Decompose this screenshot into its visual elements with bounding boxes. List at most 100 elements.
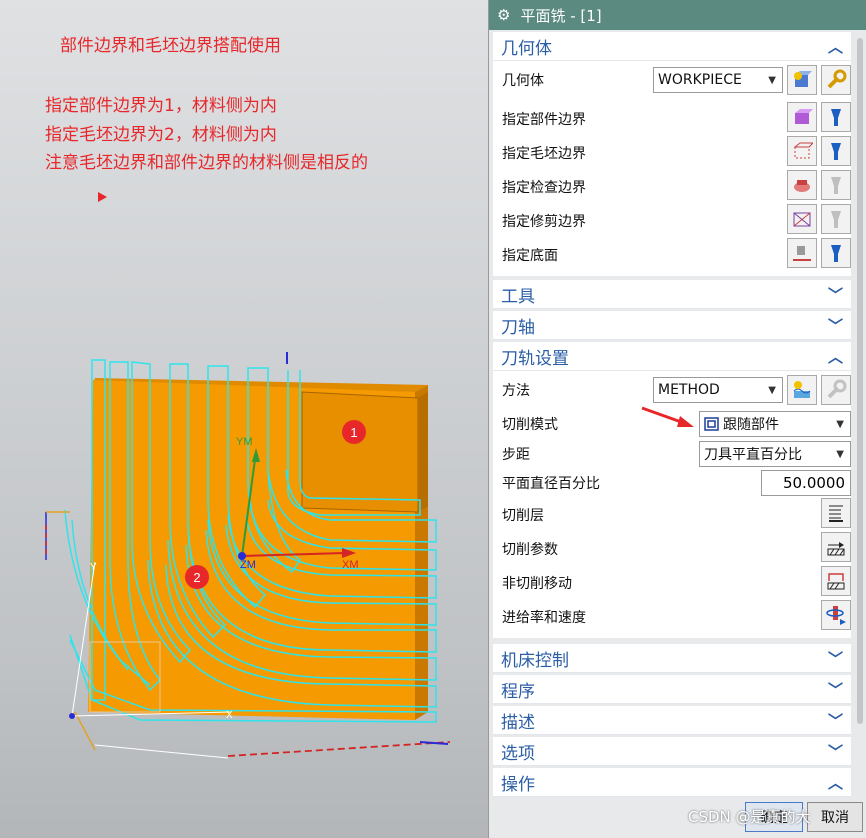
dialog-scrollbar[interactable] [853, 30, 866, 800]
dropdown-arrow-icon: ▼ [768, 384, 776, 396]
annotation-title: 部件边界和毛坯边界搭配使用 [60, 36, 281, 56]
show-blank-boundary-button[interactable] [821, 136, 851, 166]
edit-geometry-button[interactable] [821, 65, 851, 95]
geometry-header[interactable]: 几何体 ︿ [493, 32, 851, 61]
wrench-disabled-icon [827, 379, 847, 399]
cut-params-label: 切削参数 [502, 542, 558, 558]
cut-levels-button[interactable] [821, 498, 851, 528]
cancel-button-label: 取消 [821, 810, 849, 826]
new-method-icon [793, 381, 811, 398]
annotation-line-3: 注意毛坯边界和部件边界的材料侧是相反的 [45, 153, 368, 173]
dropdown-arrow-icon: ▼ [836, 418, 844, 430]
show-trim-boundary-button[interactable] [821, 204, 851, 234]
edit-method-button[interactable] [821, 375, 851, 405]
chevron-down-icon: ﹀ [827, 316, 843, 335]
stepover-select[interactable]: 刀具平直百分比 ▼ [699, 441, 851, 467]
flashlight-icon [831, 143, 841, 160]
part-boundary-row: 指定部件边界 [493, 102, 851, 136]
new-method-button[interactable] [787, 375, 817, 405]
boss-side [418, 392, 428, 512]
noncut-moves-row: 非切削移动 [493, 566, 851, 600]
noncut-moves-icon [827, 573, 845, 590]
actions-section[interactable]: 操作 ︿ [493, 768, 851, 797]
blank-boundary-label: 指定毛坯边界 [502, 146, 586, 162]
chevron-down-icon: ﹀ [827, 742, 843, 761]
feeds-speeds-icon [826, 606, 846, 625]
show-check-boundary-button[interactable] [821, 170, 851, 200]
wrench-icon [827, 69, 847, 89]
geometry-section: 几何体 ︿ 几何体 WORKPIECE ▼ 指定部件边界 指定毛坯边界 指定检查… [493, 32, 851, 276]
axis-header-label: 刀轴 [501, 317, 535, 338]
select-blank-boundary-button[interactable] [787, 136, 817, 166]
check-boundary-row: 指定检查边界 [493, 170, 851, 204]
pointer-arrow [641, 406, 694, 427]
select-part-boundary-button[interactable] [787, 102, 817, 132]
annotation-line-1: 指定部件边界为1，材料侧为内 [45, 96, 277, 116]
select-check-boundary-button[interactable] [787, 170, 817, 200]
cut-params-icon [827, 542, 845, 556]
description-header-label: 描述 [501, 712, 535, 733]
method-select[interactable]: METHOD ▼ [653, 377, 783, 403]
select-trim-boundary-button[interactable] [787, 204, 817, 234]
flashlight-icon [831, 245, 841, 262]
noncut-moves-button[interactable] [821, 566, 851, 596]
graphics-viewport[interactable]: 1 2 YM XM ZM Y X 部件边界和毛坯边界搭配使用 指定部件边界为1，… [0, 0, 488, 838]
geometry-select-value: WORKPIECE [658, 72, 742, 88]
blank-boundary-row: 指定毛坯边界 [493, 136, 851, 170]
stepover-select-value: 刀具平直百分比 [704, 447, 802, 463]
new-geometry-icon [794, 71, 812, 87]
cut-pattern-select-value: 跟随部件 [723, 417, 779, 433]
geometry-select[interactable]: WORKPIECE ▼ [653, 67, 783, 93]
actions-header-label: 操作 [501, 774, 535, 795]
cut-levels-label: 切削层 [502, 508, 544, 524]
percent-input[interactable]: 50.0000 [761, 470, 851, 496]
chevron-up-icon: ︿ [827, 773, 843, 792]
part-boundary-label: 指定部件边界 [502, 112, 586, 128]
program-header-label: 程序 [501, 681, 535, 702]
tool-section[interactable]: 工具 ﹀ [493, 280, 851, 309]
trim-boundary-label: 指定修剪边界 [502, 214, 586, 230]
cut-pattern-label: 切削模式 [502, 417, 558, 433]
method-label: 方法 [502, 383, 530, 399]
dialog-titlebar[interactable]: ⚙ 平面铣 - [1] [489, 0, 866, 30]
cancel-button[interactable]: 取消 [807, 802, 863, 832]
trim-boundary-icon [793, 212, 811, 227]
tool-header-label: 工具 [501, 286, 535, 307]
cut-pattern-select[interactable]: 跟随部件 ▼ [699, 411, 851, 437]
method-select-value: METHOD [658, 382, 720, 398]
options-section[interactable]: 选项 ﹀ [493, 737, 851, 766]
path-settings-header[interactable]: 刀轨设置 ︿ [493, 342, 851, 371]
feeds-speeds-button[interactable] [821, 600, 851, 630]
show-floor-button[interactable] [821, 238, 851, 268]
boss-pocket [301, 391, 419, 513]
method-row: 方法 METHOD ▼ [493, 373, 851, 407]
check-boundary-label: 指定检查边界 [502, 180, 586, 196]
program-section[interactable]: 程序 ﹀ [493, 675, 851, 704]
path-settings-section: 刀轨设置 ︿ 方法 METHOD ▼ 切削模式 跟随部件 ▼ 步距 刀具平直百分… [493, 342, 851, 638]
ym-label: YM [236, 436, 253, 448]
cut-params-row: 切削参数 [493, 532, 851, 566]
select-floor-button[interactable] [787, 238, 817, 268]
badge-1-label: 1 [350, 425, 357, 440]
description-section[interactable]: 描述 ﹀ [493, 706, 851, 735]
scrollbar-thumb[interactable] [857, 38, 863, 724]
machine-control-header-label: 机床控制 [501, 650, 569, 671]
show-part-boundary-button[interactable] [821, 102, 851, 132]
percent-label: 平面直径百分比 [502, 476, 600, 492]
dropdown-arrow-icon: ▼ [836, 448, 844, 460]
chevron-down-icon: ﹀ [827, 649, 843, 668]
geometry-header-label: 几何体 [501, 38, 552, 59]
feeds-speeds-label: 进给率和速度 [502, 610, 586, 626]
cut-params-button[interactable] [821, 532, 851, 562]
noncut-moves-label: 非切削移动 [502, 576, 572, 592]
chevron-down-icon: ﹀ [827, 711, 843, 730]
annotation-line-2: 指定毛坯边界为2，材料侧为内 [45, 125, 277, 145]
flashlight-disabled-icon [831, 177, 841, 194]
axis-section[interactable]: 刀轴 ﹀ [493, 311, 851, 340]
trim-boundary-row: 指定修剪边界 [493, 204, 851, 238]
check-boundary-icon [794, 180, 810, 192]
x-label: X [226, 710, 233, 721]
floor-row: 指定底面 [493, 238, 851, 272]
new-geometry-button[interactable] [787, 65, 817, 95]
machine-control-section[interactable]: 机床控制 ﹀ [493, 644, 851, 673]
